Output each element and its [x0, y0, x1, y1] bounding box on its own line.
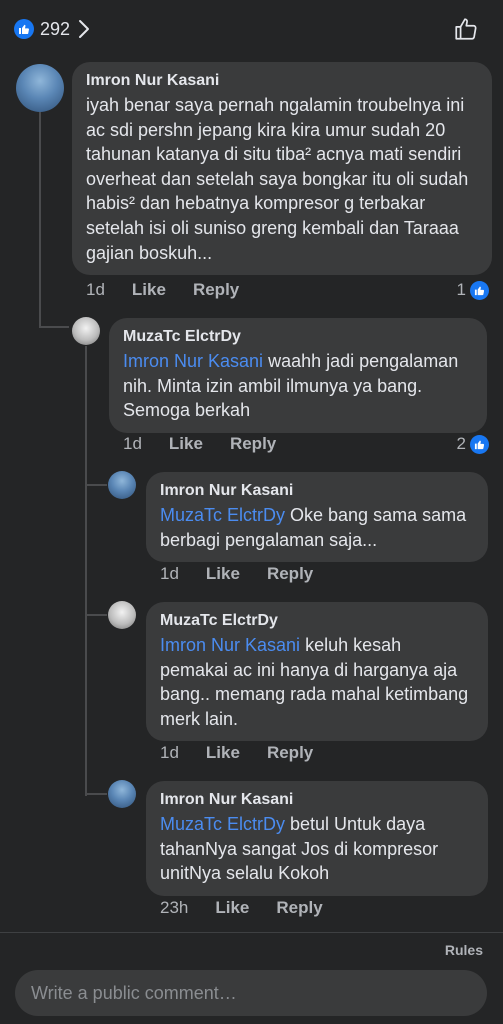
comment-text: MuzaTc ElctrDy Oke bang sama sama berbag… [160, 505, 467, 550]
reaction-count: 2 [456, 434, 466, 453]
comment-bubble: Imron Nur Kasani MuzaTc ElctrDy Oke bang… [146, 472, 488, 563]
thread-line-branch-2 [85, 614, 107, 616]
comment-text: iyah benar saya pernah ngalamin troubeln… [86, 95, 469, 263]
comment-time: 1d [160, 564, 179, 583]
like-button[interactable]: Like [169, 434, 203, 454]
reply-button[interactable]: Reply [276, 898, 322, 918]
footer-divider [0, 932, 503, 933]
comment-bubble: MuzaTc ElctrDy Imron Nur Kasani waahh ja… [109, 318, 487, 433]
rules-link[interactable]: Rules [445, 942, 483, 958]
comment-input[interactable] [15, 970, 487, 1016]
thread-line-branch-3 [85, 793, 107, 795]
comment-author[interactable]: Imron Nur Kasani [160, 789, 474, 811]
like-button[interactable]: Like [206, 564, 240, 584]
comment-bubble: Imron Nur Kasani MuzaTc ElctrDy betul Un… [146, 781, 488, 896]
comment-bubble: MuzaTc ElctrDy Imron Nur Kasani keluh ke… [146, 602, 488, 742]
comment-author[interactable]: MuzaTc ElctrDy [123, 326, 473, 348]
mention-link[interactable]: Imron Nur Kasani [123, 351, 263, 371]
mention-link[interactable]: MuzaTc ElctrDy [160, 814, 285, 834]
avatar[interactable] [16, 64, 64, 112]
avatar[interactable] [108, 601, 136, 629]
thread-line-main [39, 110, 41, 328]
thread-line-main-curve [39, 326, 69, 328]
reaction-count: 292 [40, 18, 71, 39]
reply-button[interactable]: Reply [230, 434, 276, 454]
thread-line-nested [85, 346, 87, 796]
comment-actions: 1d Like Reply [160, 740, 340, 766]
comment-time: 1d [123, 434, 142, 453]
reaction-summary[interactable]: 292 [14, 14, 90, 44]
avatar[interactable] [108, 780, 136, 808]
comment-actions: 1d Like Reply [123, 431, 303, 457]
chevron-right-icon [78, 19, 90, 39]
like-reaction-icon [470, 434, 489, 454]
comment-text: Imron Nur Kasani keluh kesah pemakai ac … [160, 635, 469, 729]
comment-reactions[interactable]: 1 [457, 278, 489, 302]
reply-button[interactable]: Reply [193, 280, 239, 300]
comment-bubble: Imron Nur Kasani iyah benar saya pernah … [72, 62, 492, 276]
like-reaction-icon [14, 19, 34, 39]
like-button[interactable]: Like [132, 280, 166, 300]
comment-time: 1d [86, 280, 105, 299]
reactions-header: 292 [0, 0, 503, 58]
comment-text: Imron Nur Kasani waahh jadi pengalaman n… [123, 351, 459, 421]
comment-text: MuzaTc ElctrDy betul Untuk daya tahanNya… [160, 814, 439, 884]
comment-actions: 1d Like Reply [86, 277, 266, 303]
comment-author[interactable]: Imron Nur Kasani [86, 70, 478, 92]
comment-actions: 1d Like Reply [160, 561, 340, 587]
thumbs-up-icon[interactable] [451, 14, 481, 44]
comment-reactions[interactable]: 2 [457, 432, 489, 456]
like-reaction-icon [470, 280, 489, 300]
mention-link[interactable]: MuzaTc ElctrDy [160, 505, 285, 525]
like-button[interactable]: Like [215, 898, 249, 918]
comment-author[interactable]: Imron Nur Kasani [160, 480, 474, 502]
avatar[interactable] [72, 317, 100, 345]
comment-time: 1d [160, 743, 179, 762]
thread-line-branch-1 [85, 484, 107, 486]
comment-time: 23h [160, 898, 189, 917]
comment-author[interactable]: MuzaTc ElctrDy [160, 610, 474, 632]
comment-actions: 23h Like Reply [160, 895, 350, 921]
reaction-count: 1 [456, 280, 466, 299]
avatar[interactable] [108, 471, 136, 499]
reply-button[interactable]: Reply [267, 743, 313, 763]
like-button[interactable]: Like [206, 743, 240, 763]
mention-link[interactable]: Imron Nur Kasani [160, 635, 300, 655]
reply-button[interactable]: Reply [267, 564, 313, 584]
